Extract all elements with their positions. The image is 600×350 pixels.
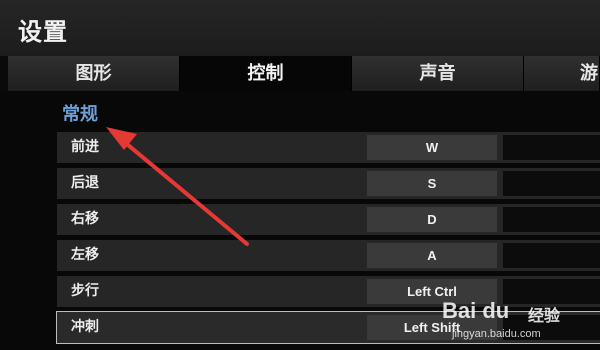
settings-title: 设置	[18, 18, 68, 46]
keybind-row-strafe-right[interactable]: 右移 D	[57, 204, 600, 235]
primary-key-button[interactable]: S	[367, 171, 497, 196]
baidu-jingyan-watermark: Bai du 经验 jingyan.baidu.com	[442, 298, 592, 346]
primary-key-button[interactable]: D	[367, 207, 497, 232]
keybind-row-forward[interactable]: 前进 W	[57, 132, 600, 163]
action-label: 冲刺	[71, 319, 99, 335]
secondary-key-button[interactable]	[503, 207, 600, 232]
keybind-row-strafe-left[interactable]: 左移 A	[57, 240, 600, 271]
primary-key-button[interactable]: A	[367, 243, 497, 268]
baidu-logo: Bai du	[442, 298, 510, 323]
action-label: 左移	[71, 247, 99, 263]
section-general-title: 常规	[62, 104, 98, 125]
tab-controls[interactable]: 控制	[180, 56, 352, 91]
secondary-key-button[interactable]	[503, 135, 600, 160]
secondary-key-button[interactable]	[503, 243, 600, 268]
keybind-row-backward[interactable]: 后退 S	[57, 168, 600, 199]
watermark-url: jingyan.baidu.com	[452, 328, 541, 340]
tab-bar: 图形 控制 声音 游	[0, 56, 600, 91]
primary-key-button[interactable]: W	[367, 135, 497, 160]
watermark-brand: 经验	[528, 306, 561, 325]
action-label: 后退	[71, 175, 99, 191]
action-label: 右移	[71, 211, 99, 227]
action-label: 步行	[71, 283, 99, 299]
title-bar: 设置	[0, 0, 600, 56]
secondary-key-button[interactable]	[503, 171, 600, 196]
tab-graphics[interactable]: 图形	[8, 56, 180, 91]
action-label: 前进	[71, 139, 99, 155]
tab-sound[interactable]: 声音	[352, 56, 524, 91]
tab-game[interactable]: 游	[524, 56, 600, 91]
